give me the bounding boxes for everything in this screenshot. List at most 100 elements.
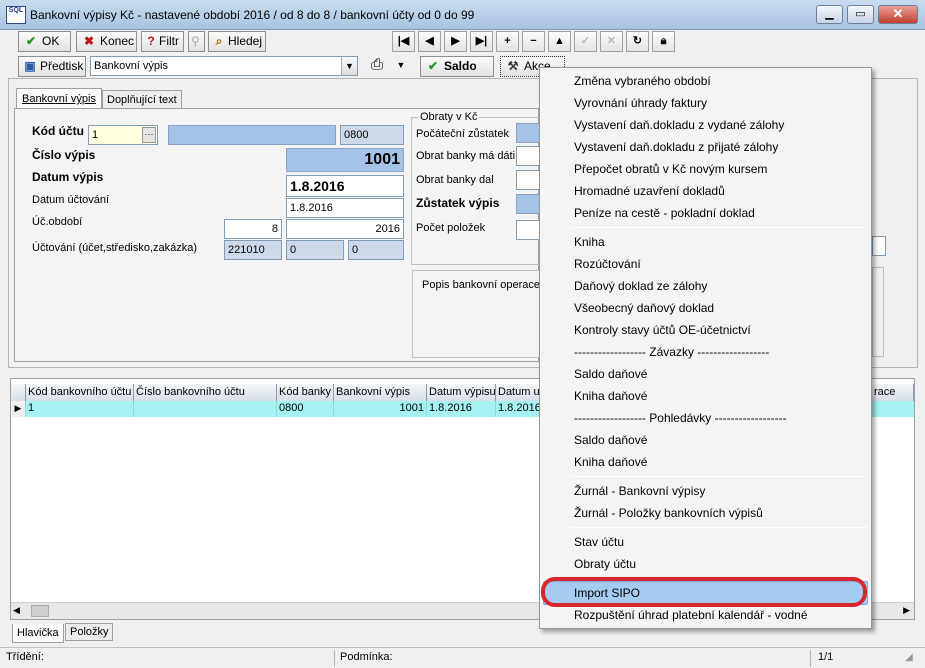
saldo-button[interactable]: ✔ Saldo <box>420 56 494 77</box>
printer-icon[interactable]: ⎙ <box>366 56 388 76</box>
add-record-button[interactable]: + <box>496 31 519 52</box>
hledej-button[interactable]: ⌕ Hledej <box>208 31 266 52</box>
menu-header-zavazky: ------------------ Závazky -------------… <box>574 345 770 359</box>
menu-item-stav-uctu[interactable]: Stav účtu <box>574 535 624 549</box>
scroll-right-icon[interactable]: ▶ <box>903 605 910 616</box>
filtr-button[interactable]: ? Filtr <box>141 31 184 52</box>
prev-record-button[interactable]: ◀ <box>418 31 441 52</box>
scroll-thumb[interactable] <box>31 605 49 617</box>
lock-button[interactable]: 🔒︎ <box>652 31 675 52</box>
status-divider <box>334 650 335 667</box>
menu-item-saldo-danove-zavazky[interactable]: Saldo daňové <box>574 367 647 381</box>
tab-bankovni-vypis[interactable]: Bankovní výpis <box>16 88 102 109</box>
refresh-icon: ↻ <box>632 35 643 47</box>
menu-item-hromadne-uzavreni[interactable]: Hromadné uzavření dokladů <box>574 184 725 198</box>
scroll-left-icon[interactable]: ◀ <box>13 605 20 616</box>
app-icon: SQL <box>6 6 26 24</box>
grid-header-cell[interactable]: Bankovní výpis <box>334 384 427 401</box>
menu-item-zmena-obdobi[interactable]: Změna vybraného období <box>574 74 711 88</box>
status-bar: Třídění: Podmínka: 1/1 ◢ <box>0 647 925 668</box>
refresh-button[interactable]: ↻ <box>626 31 649 52</box>
uctovani-label: Účtování (účet,středisko,zakázka) <box>32 242 198 254</box>
menu-item-vseobecny-doklad[interactable]: Všeobecný daňový doklad <box>574 301 714 315</box>
cancel-record-button[interactable]: ✕ <box>600 31 623 52</box>
menu-item-rozpusteni-uhrad[interactable]: Rozpuštění úhrad platební kalendář - vod… <box>574 608 808 622</box>
maximize-icon: ▭ <box>855 8 866 20</box>
report-select[interactable]: Bankovní výpis ▼ <box>90 56 358 76</box>
menu-item-danovy-doklad-zalohy[interactable]: Daňový doklad ze zálohy <box>574 279 707 293</box>
status-trideni: Třídění: <box>6 651 44 663</box>
menu-item-prepocet-obratu[interactable]: Přepočet obratů v Kč novým kursem <box>574 162 767 176</box>
menu-item-dan-doklad-prijate[interactable]: Vystavení daň.dokladu z přijaté zálohy <box>574 140 778 154</box>
menu-item-obraty-uctu[interactable]: Obraty účtu <box>574 557 636 571</box>
print-dropdown-icon[interactable]: ▼ <box>394 60 408 74</box>
status-divider <box>810 650 811 667</box>
close-x-icon: ✖ <box>83 34 95 48</box>
right-field[interactable] <box>872 236 886 256</box>
konec-button[interactable]: ✖ Konec <box>76 31 137 52</box>
grid-cell[interactable]: 0800 <box>277 401 334 417</box>
grid-header-cell[interactable]: race <box>872 384 914 401</box>
obrat-ma-dati-label: Obrat banky má dáti <box>416 150 516 162</box>
menu-item-saldo-danove-pohledavky[interactable]: Saldo daňové <box>574 433 647 447</box>
tab-hlavicka[interactable]: Hlavička <box>12 624 64 643</box>
menu-item-vyrovnani-uhrady[interactable]: Vyrovnání úhrady faktury <box>574 96 707 110</box>
chevron-down-icon[interactable]: ▼ <box>341 57 357 75</box>
close-icon: ✕ <box>892 6 904 21</box>
grid-cell[interactable] <box>134 401 277 417</box>
kod-banky-field <box>340 125 404 145</box>
datum-uctovani-input[interactable] <box>286 198 404 218</box>
grid-header-cell[interactable]: Číslo bankovního účtu <box>134 384 277 401</box>
close-button[interactable]: ✕ <box>878 5 918 24</box>
lookup-button[interactable]: ··· <box>142 127 156 143</box>
next-record-button[interactable]: ▶ <box>444 31 467 52</box>
menu-item-dan-doklad-vydane[interactable]: Vystavení daň.dokladu z vydané zálohy <box>574 118 784 132</box>
grid-cell[interactable]: 1 <box>26 401 134 417</box>
last-record-button[interactable]: ▶| <box>470 31 493 52</box>
akce-context-menu: Změna vybraného období Vyrovnání úhrady … <box>539 67 872 629</box>
datum-vypis-input[interactable] <box>286 175 404 197</box>
check-disabled-icon: ✓ <box>580 35 591 47</box>
cislo-vypis-label: Číslo výpis <box>32 148 96 162</box>
tab-doplnujici-text[interactable]: Doplňující text <box>102 90 182 109</box>
prev-icon: ◀ <box>425 35 434 47</box>
grid-cell[interactable]: 1001 <box>334 401 427 417</box>
menu-item-kontroly-stavu[interactable]: Kontroly stavy účtů OE-účetnictví <box>574 323 751 337</box>
uc-obdobi-month-input[interactable] <box>224 219 282 239</box>
first-record-button[interactable]: |◀ <box>392 31 415 52</box>
grid-header-cell[interactable]: Kód bankovního účtu <box>26 384 134 401</box>
edit-record-button[interactable]: ▲ <box>548 31 571 52</box>
resize-grip-icon[interactable]: ◢ <box>905 652 913 663</box>
next-icon: ▶ <box>451 35 460 47</box>
menu-item-zurnal-polozky[interactable]: Žurnál - Položky bankovních výpisů <box>574 506 763 520</box>
menu-item-rozuctovani[interactable]: Rozúčtování <box>574 257 641 271</box>
plus-icon: + <box>504 35 511 47</box>
post-record-button[interactable]: ✓ <box>574 31 597 52</box>
minimize-button[interactable]: ▁ <box>816 5 843 24</box>
menu-item-penize-na-ceste[interactable]: Peníze na cestě - pokladní doklad <box>574 206 755 220</box>
menu-item-zurnal-vypisy[interactable]: Žurnál - Bankovní výpisy <box>574 484 705 498</box>
grid-cell[interactable]: 1.8.2016 <box>496 401 541 417</box>
menu-separator <box>570 476 868 477</box>
ucet-field <box>224 240 282 260</box>
filter-off-button[interactable]: ⚲ <box>188 31 205 52</box>
menu-item-kniha-danove-zavazky[interactable]: Kniha daňové <box>574 389 647 403</box>
grid-cell[interactable]: 1.8.2016 <box>427 401 496 417</box>
menu-separator <box>570 527 868 528</box>
delete-record-button[interactable]: − <box>522 31 545 52</box>
nazev-uctu-field <box>168 125 336 145</box>
menu-item-kniha[interactable]: Kniha <box>574 235 605 249</box>
tab-polozky[interactable]: Položky <box>65 623 113 641</box>
cancel-disabled-icon: ✕ <box>606 35 617 47</box>
ok-button[interactable]: ✔ OK <box>18 31 71 52</box>
grid-header-cell[interactable]: Datum u <box>496 384 541 401</box>
maximize-button[interactable]: ▭ <box>847 5 874 24</box>
menu-item-kniha-danove-pohledavky[interactable]: Kniha daňové <box>574 455 647 469</box>
zustatek-label: Zůstatek výpis <box>416 196 500 210</box>
kod-uctu-label: Kód účtu <box>32 124 84 138</box>
pocatecni-label: Počáteční zůstatek <box>416 128 509 140</box>
predtisk-button[interactable]: ▣ Předtisk <box>18 56 86 77</box>
uc-obdobi-year-input[interactable] <box>286 219 404 239</box>
grid-header-cell[interactable]: Datum výpisu <box>427 384 496 401</box>
grid-header-cell[interactable]: Kód banky <box>277 384 334 401</box>
